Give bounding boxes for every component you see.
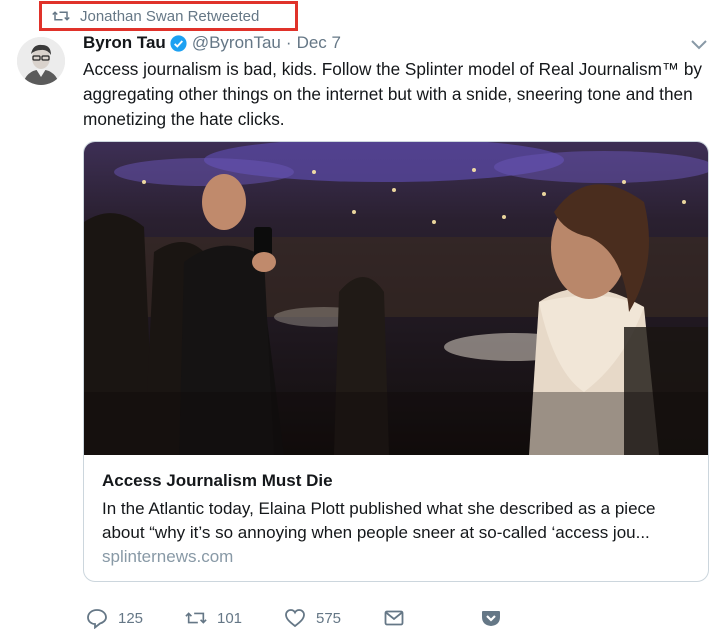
retweet-icon: [52, 11, 70, 21]
like-button[interactable]: 575: [284, 607, 341, 629]
card-description: In the Atlantic today, Elaina Plott publ…: [102, 499, 656, 542]
card-title: Access Journalism Must Die: [102, 471, 333, 490]
author-name[interactable]: Byron Tau: [83, 33, 166, 53]
separator-dot: ·: [285, 33, 292, 52]
avatar-portrait: [17, 37, 65, 85]
tweet-text: Access journalism is bad, kids. Follow t…: [83, 59, 703, 129]
card-domain: splinternews.com: [102, 547, 234, 566]
retweeted-by-text: Jonathan Swan Retweeted: [80, 7, 260, 25]
retweeted-by-banner[interactable]: Jonathan Swan Retweeted: [39, 1, 298, 31]
tweet-actions: 125 101 575: [0, 600, 720, 636]
tweet-header: Byron Tau @ByronTau · Dec 7: [83, 33, 341, 53]
verified-badge-icon: [170, 34, 187, 52]
pocket-icon: [482, 611, 500, 626]
like-count: 575: [316, 609, 342, 627]
avatar[interactable]: [17, 37, 65, 85]
direct-message-button[interactable]: [383, 607, 405, 629]
reply-icon: [87, 609, 107, 629]
link-card[interactable]: Access Journalism Must Die In the Atlant…: [83, 141, 709, 582]
reply-button[interactable]: 125: [86, 607, 143, 629]
retweet-icon: [185, 612, 207, 624]
pocket-button[interactable]: [480, 607, 502, 629]
retweet-button[interactable]: 101: [185, 607, 242, 629]
author-handle[interactable]: @ByronTau: [192, 33, 281, 53]
reply-count: 125: [118, 609, 144, 627]
heart-icon: [285, 609, 305, 628]
chevron-down-icon[interactable]: [688, 38, 710, 52]
tweet-date[interactable]: Dec 7: [297, 33, 341, 53]
card-image-ballroom-photo: [84, 142, 708, 455]
retweet-count: 101: [217, 609, 243, 627]
envelope-icon: [384, 610, 404, 626]
